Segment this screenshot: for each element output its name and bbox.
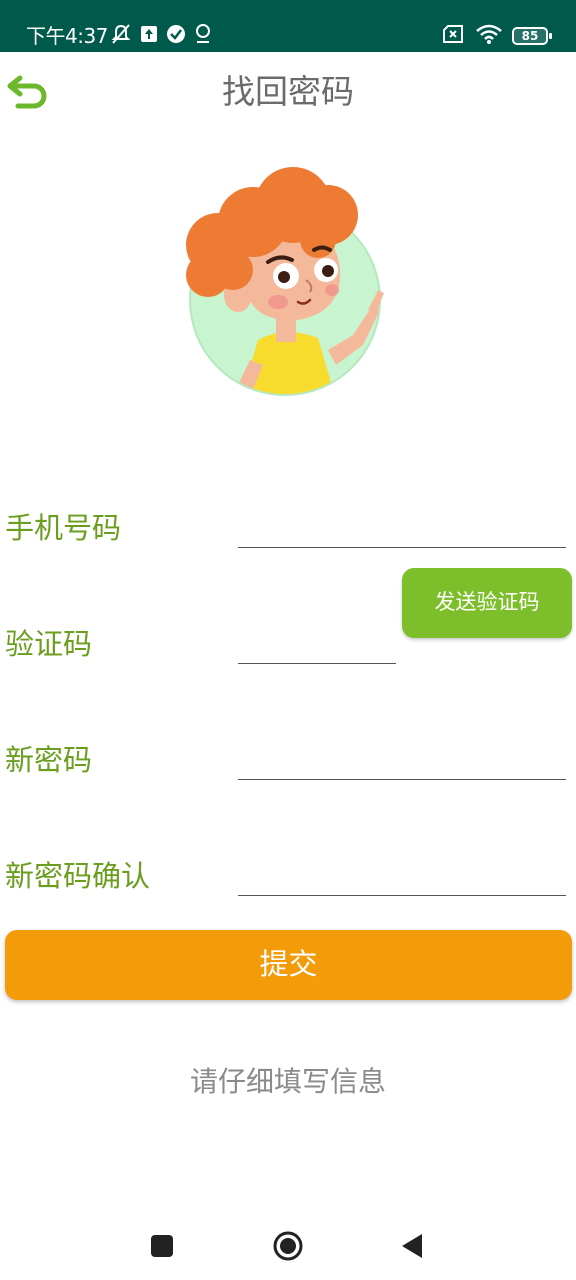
submit-button[interactable]: 提交 bbox=[5, 930, 572, 1000]
status-icons-left bbox=[110, 24, 212, 48]
triangle-back-icon bbox=[402, 1234, 422, 1258]
avatar bbox=[168, 150, 398, 406]
recents-button[interactable] bbox=[140, 1224, 184, 1268]
send-code-button[interactable]: 发送验证码 bbox=[402, 568, 572, 638]
confirm-password-row: 新密码确认 bbox=[0, 856, 576, 926]
status-icons-right: 85 bbox=[442, 24, 552, 48]
code-label: 验证码 bbox=[5, 627, 93, 661]
hint-text: 请仔细填写信息 bbox=[189, 1065, 386, 1098]
code-input[interactable] bbox=[238, 624, 396, 664]
no-sim-icon bbox=[442, 24, 466, 48]
phone-input[interactable] bbox=[238, 508, 566, 548]
home-circle-icon bbox=[273, 1231, 303, 1261]
new-password-label: 新密码 bbox=[5, 743, 93, 777]
new-password-input[interactable] bbox=[238, 740, 566, 780]
wifi-icon bbox=[476, 24, 502, 48]
nav-back-button[interactable] bbox=[390, 1224, 434, 1268]
navigation-bar bbox=[0, 1210, 576, 1280]
square-icon bbox=[151, 1235, 173, 1257]
phone-label: 手机号码 bbox=[5, 511, 122, 545]
mute-bell-icon bbox=[110, 23, 132, 49]
confirm-password-label: 新密码确认 bbox=[5, 859, 151, 893]
new-password-row: 新密码 bbox=[0, 740, 576, 810]
check-circle-icon bbox=[166, 24, 186, 48]
battery-level: 85 bbox=[521, 29, 539, 43]
status-bar: 下午4:37 85 bbox=[0, 0, 576, 52]
home-button[interactable] bbox=[266, 1224, 310, 1268]
confirm-password-input[interactable] bbox=[238, 856, 566, 896]
location-icon bbox=[194, 23, 212, 49]
page-title: 找回密码 bbox=[222, 72, 354, 111]
toolbar: 找回密码 bbox=[0, 52, 576, 132]
upload-icon bbox=[140, 25, 158, 47]
battery-icon: 85 bbox=[512, 27, 552, 45]
status-time: 下午4:37 bbox=[26, 24, 108, 48]
